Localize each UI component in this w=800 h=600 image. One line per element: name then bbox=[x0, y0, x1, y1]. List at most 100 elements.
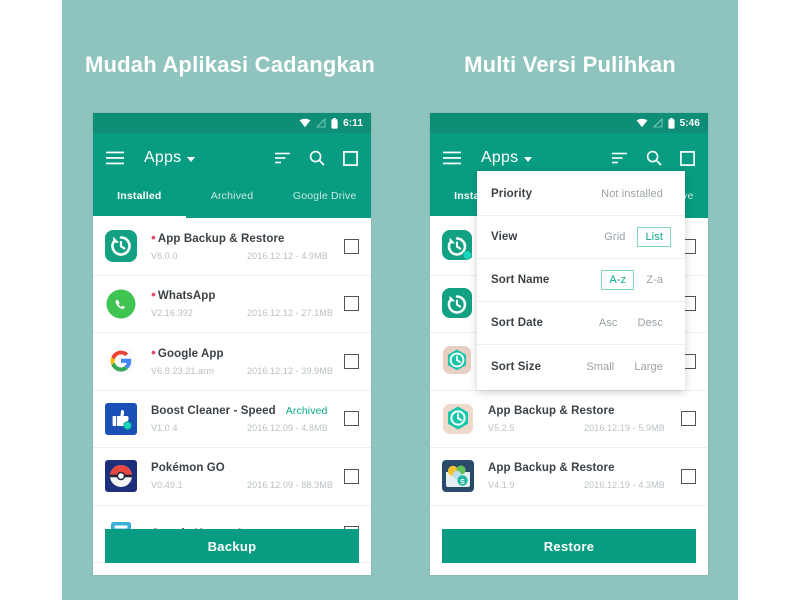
option-sort-date-desc[interactable]: Desc bbox=[630, 313, 671, 333]
wifi-icon bbox=[636, 118, 647, 128]
hamburger-menu-icon[interactable] bbox=[106, 151, 124, 165]
table-row[interactable]: App Backup & Restore V5.2.5 2016.12.19 -… bbox=[430, 390, 708, 448]
app-name: Pokémon GO bbox=[151, 462, 225, 475]
app-backup-restore-alt-icon bbox=[440, 343, 476, 379]
row-title-line: Pokémon GO bbox=[151, 462, 336, 474]
tab-google-drive[interactable]: Google Drive bbox=[278, 183, 371, 218]
google-app-icon bbox=[103, 343, 139, 379]
app-meta: 2016.12.09 - 4.8MB bbox=[247, 422, 328, 433]
tab-installed-label: Installed bbox=[117, 190, 162, 202]
app-backup-restore-folder-icon: S bbox=[440, 458, 476, 494]
row-checkbox[interactable] bbox=[344, 238, 359, 254]
popup-label-view: View bbox=[491, 231, 518, 243]
option-not-installed[interactable]: Not installed bbox=[593, 184, 671, 204]
row-meta-line: V1.0.4 2016.12.09 - 4.8MB bbox=[151, 423, 336, 433]
chevron-down-icon[interactable] bbox=[524, 157, 533, 162]
table-row[interactable]: Boost Cleaner - Speed Archived V1.0.4 20… bbox=[93, 390, 371, 448]
tab-installed[interactable]: Installed bbox=[93, 183, 186, 218]
tab-archived[interactable]: Archived bbox=[186, 183, 279, 218]
row-checkbox[interactable] bbox=[344, 411, 359, 427]
row-title-line: • Google App bbox=[151, 345, 336, 360]
app-meta: 2016.12.19 - 5.9MB bbox=[584, 422, 665, 433]
select-all-icon[interactable] bbox=[343, 150, 358, 166]
option-sort-size-large[interactable]: Large bbox=[626, 357, 671, 377]
row-meta-line: V6.0.0 2016.12.12 - 4.9MB bbox=[151, 251, 336, 261]
app-bar-title[interactable]: Apps bbox=[481, 149, 518, 167]
popup-label-sort-size: Sort Size bbox=[491, 360, 542, 373]
signal-off-icon bbox=[652, 118, 663, 128]
app-meta: 2016.12.12 - 27.1MB bbox=[247, 308, 333, 319]
select-all-icon[interactable] bbox=[680, 150, 695, 166]
backup-button[interactable]: Backup bbox=[105, 529, 359, 563]
row-text: Pokémon GO V0.49.1 2016.12.09 - 88.3MB bbox=[151, 462, 336, 490]
battery-icon bbox=[667, 117, 675, 129]
status-bar-left: 6:11 bbox=[93, 113, 371, 133]
tab-bar-left: Installed Archived Google Drive bbox=[93, 183, 371, 218]
app-meta: 2016.12.12 - 4.9MB bbox=[247, 250, 328, 261]
row-meta-line: V6.8.23.21.arm 2016.12.12 - 39.9MB bbox=[151, 366, 336, 376]
row-checkbox[interactable] bbox=[681, 468, 696, 484]
row-meta-line: V0.49.1 2016.12.09 - 88.3MB bbox=[151, 480, 336, 490]
row-text: Boost Cleaner - Speed Archived V1.0.4 20… bbox=[151, 405, 336, 433]
row-title-line: App Backup & Restore bbox=[488, 462, 673, 474]
restore-button[interactable]: Restore bbox=[442, 529, 696, 563]
app-version: V6.0.0 bbox=[151, 250, 178, 261]
popup-row-priority[interactable]: Priority Not installed bbox=[477, 173, 685, 216]
status-time: 5:46 bbox=[679, 117, 700, 129]
new-dot-icon: • bbox=[151, 286, 156, 303]
phone-screen-right: 5:46 Apps App Backup & Restore V5.2.5 20… bbox=[430, 113, 708, 575]
app-backup-restore-icon bbox=[440, 286, 476, 322]
app-name: App Backup & Restore bbox=[488, 462, 615, 475]
chevron-down-icon[interactable] bbox=[187, 157, 196, 162]
sort-options-popup[interactable]: Priority Not installed View Grid List So… bbox=[477, 171, 685, 390]
app-version: V2.16.392 bbox=[151, 308, 193, 319]
row-checkbox[interactable] bbox=[681, 411, 696, 427]
app-version: V4.1.9 bbox=[488, 480, 515, 491]
row-meta-line: V5.2.5 2016.12.19 - 5.9MB bbox=[488, 423, 673, 433]
boost-cleaner-icon bbox=[103, 401, 139, 437]
row-text: • WhatsApp V2.16.392 2016.12.12 - 27.1MB bbox=[151, 286, 336, 319]
app-list-left[interactable]: • App Backup & Restore V6.0.0 2016.12.12… bbox=[93, 218, 371, 575]
row-checkbox[interactable] bbox=[344, 296, 359, 312]
tab-archived-label: Archived bbox=[210, 190, 254, 202]
option-sort-size-small[interactable]: Small bbox=[578, 357, 622, 377]
search-icon[interactable] bbox=[646, 150, 662, 166]
option-list[interactable]: List bbox=[637, 227, 671, 247]
option-sort-date-asc[interactable]: Asc bbox=[591, 313, 626, 333]
table-row[interactable]: Pokémon GO V0.49.1 2016.12.09 - 88.3MB bbox=[93, 448, 371, 506]
new-dot-icon: • bbox=[151, 228, 156, 245]
popup-row-sort-size[interactable]: Sort Size Small Large bbox=[477, 345, 685, 388]
row-title-line: • WhatsApp bbox=[151, 286, 336, 303]
app-version: V1.0.4 bbox=[151, 422, 178, 433]
sort-icon[interactable] bbox=[275, 152, 291, 164]
table-row[interactable]: S App Backup & Restore V4.1.9 2016.12.19… bbox=[430, 448, 708, 506]
table-row[interactable]: • App Backup & Restore V6.0.0 2016.12.12… bbox=[93, 218, 371, 276]
app-name: Google App bbox=[157, 347, 224, 360]
table-row[interactable]: • WhatsApp V2.16.392 2016.12.12 - 27.1MB bbox=[93, 275, 371, 333]
option-sort-name-az[interactable]: A-z bbox=[601, 270, 635, 290]
row-checkbox[interactable] bbox=[344, 353, 359, 369]
app-version: V6.8.23.21.arm bbox=[151, 365, 214, 376]
app-bar-title[interactable]: Apps bbox=[144, 149, 181, 167]
option-grid[interactable]: Grid bbox=[596, 227, 633, 247]
popup-row-view[interactable]: View Grid List bbox=[477, 216, 685, 259]
status-badge: Archived bbox=[285, 404, 328, 417]
signal-off-icon bbox=[316, 118, 326, 128]
app-backup-restore-hex-icon bbox=[440, 401, 476, 437]
popup-row-sort-name[interactable]: Sort Name A-z Z-a bbox=[477, 259, 685, 302]
search-icon[interactable] bbox=[309, 150, 325, 166]
wifi-icon bbox=[299, 118, 311, 128]
row-text: App Backup & Restore V5.2.5 2016.12.19 -… bbox=[488, 405, 673, 433]
row-checkbox[interactable] bbox=[344, 468, 359, 484]
app-backup-restore-badge-icon bbox=[440, 228, 476, 264]
hamburger-menu-icon[interactable] bbox=[443, 151, 461, 165]
option-sort-name-za[interactable]: Z-a bbox=[638, 270, 671, 290]
battery-icon bbox=[331, 117, 338, 129]
app-name: Boost Cleaner - Speed bbox=[151, 404, 276, 417]
sort-icon[interactable] bbox=[612, 152, 628, 164]
row-text: App Backup & Restore V4.1.9 2016.12.19 -… bbox=[488, 462, 673, 490]
table-row[interactable]: • Google App V6.8.23.21.arm 2016.12.12 -… bbox=[93, 333, 371, 391]
app-name: WhatsApp bbox=[157, 290, 216, 303]
row-title-line: App Backup & Restore bbox=[488, 405, 673, 417]
popup-row-sort-date[interactable]: Sort Date Asc Desc bbox=[477, 302, 685, 345]
